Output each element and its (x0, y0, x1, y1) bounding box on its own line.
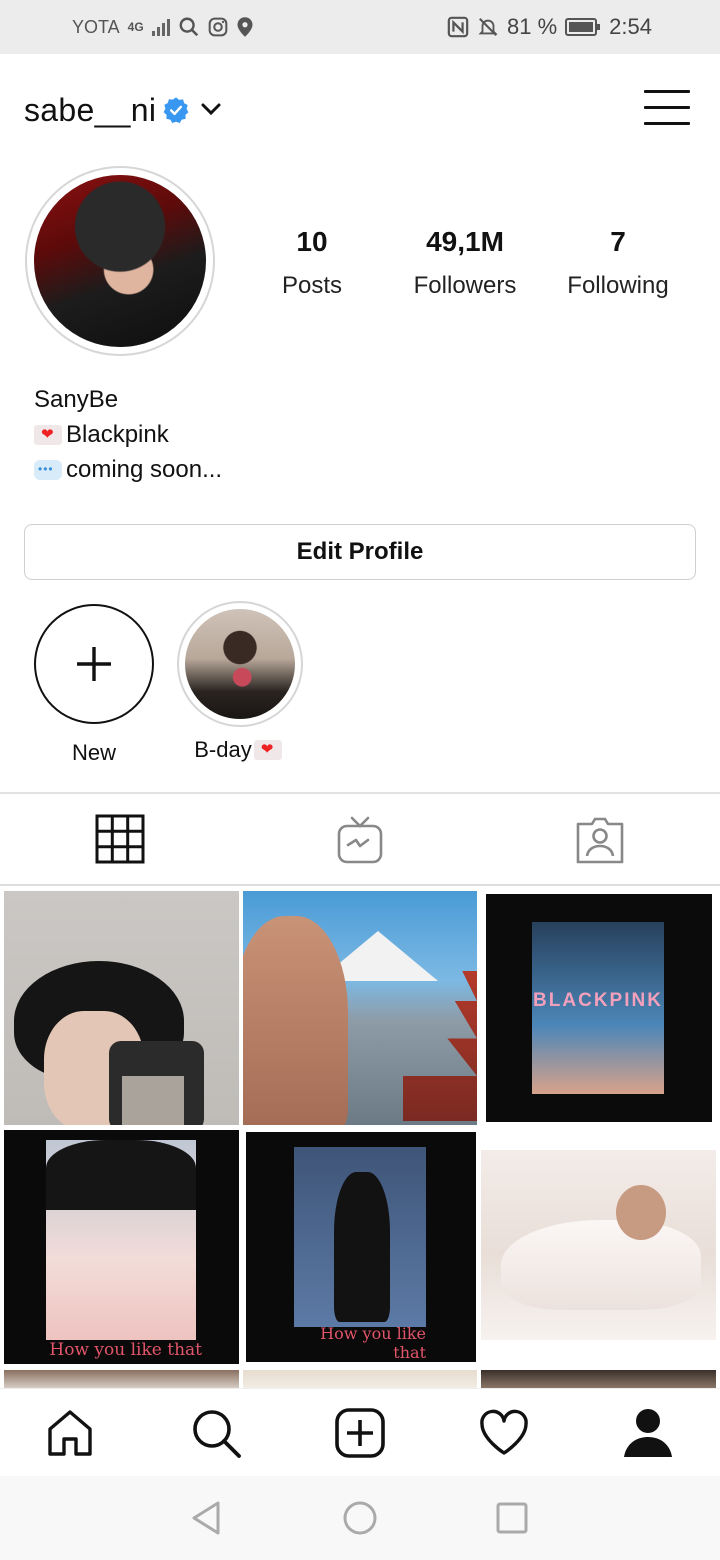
highlight-label-row: B-day (177, 737, 301, 763)
grid-icon[interactable] (95, 814, 145, 864)
phone-screen-shape (122, 1076, 184, 1125)
highlight-ring (177, 601, 303, 727)
heart-letter-emoji-icon (34, 424, 62, 445)
hair-shape (243, 916, 348, 1125)
hair-shape (46, 1140, 196, 1210)
pagoda-shape (403, 971, 477, 1121)
profile-tabs (0, 794, 720, 884)
stat-label: Followers (413, 272, 517, 299)
stat-following[interactable]: 7 Following (543, 226, 693, 300)
post-grid: BLACKPINK How you like that How you like… (0, 888, 720, 1388)
bottom-nav (0, 1388, 720, 1476)
highlight-label: New (71, 740, 116, 765)
stat-value: 7 (610, 226, 626, 257)
display-name: SanyBe (34, 386, 119, 413)
bio-line-text: Blackpink (66, 421, 169, 448)
chevron-down-icon[interactable] (200, 100, 222, 118)
network-type: 4G (127, 20, 144, 34)
tab-divider (0, 884, 720, 886)
post-thumbnail[interactable] (481, 1150, 716, 1340)
search-status-icon (179, 17, 198, 37)
search-icon[interactable] (190, 1407, 242, 1459)
mute-bell-icon (478, 18, 498, 36)
menu-button[interactable] (644, 90, 690, 130)
status-bar: YOTA 4G 81 % 2:54 (0, 0, 720, 54)
post-thumbnail[interactable] (4, 1370, 239, 1388)
speech-bubble-emoji-icon (34, 459, 62, 480)
post-thumbnail[interactable]: How you like that (4, 1130, 239, 1364)
clock: 2:54 (609, 14, 652, 39)
stat-value: 49,1M (426, 226, 504, 257)
heart-letter-emoji-icon (253, 740, 282, 760)
post-caption: How you like that (320, 1324, 426, 1362)
back-icon[interactable] (188, 1500, 224, 1536)
stat-posts[interactable]: 10 Posts (237, 226, 387, 300)
location-status-icon (237, 17, 253, 37)
verified-badge-icon (163, 97, 189, 123)
stat-label: Posts (281, 272, 343, 299)
bio: SanyBe Blackpink coming soon... (34, 382, 222, 487)
post-thumbnail[interactable]: BLACKPINK (486, 894, 712, 1122)
username[interactable]: sabe__ni (24, 92, 156, 129)
post-thumbnail[interactable] (4, 891, 239, 1125)
highlight-new-circle (34, 604, 154, 724)
plus-icon (77, 647, 111, 681)
dress-shape (501, 1220, 701, 1310)
battery-percent: 81 % (507, 14, 558, 39)
figure-shape (334, 1172, 390, 1322)
nfc-icon (447, 16, 469, 38)
edit-profile-button[interactable]: Edit Profile (24, 524, 696, 580)
tagged-icon[interactable] (575, 814, 625, 864)
carrier-label: YOTA (72, 16, 120, 37)
profile-top-bar: sabe__ni (0, 54, 720, 166)
status-right: 81 % 2:54 (447, 0, 652, 54)
profile-icon[interactable] (622, 1407, 674, 1459)
bio-line-text: coming soon... (66, 456, 223, 483)
bio-line: coming soon... (34, 452, 222, 487)
signal-icon (151, 18, 170, 36)
recents-icon[interactable] (494, 1500, 530, 1536)
bio-line: Blackpink (34, 417, 222, 452)
head-shape (616, 1185, 666, 1240)
instagram-status-icon (208, 17, 228, 37)
activity-icon[interactable] (478, 1407, 530, 1459)
post-caption: How you like that (49, 1340, 202, 1360)
post-thumbnail[interactable]: How you like that (246, 1132, 476, 1362)
highlight-cover-image (185, 609, 295, 719)
system-nav (0, 1476, 720, 1560)
post-caption: BLACKPINK (533, 990, 663, 1011)
post-thumbnail[interactable] (243, 891, 477, 1125)
stat-value: 10 (296, 226, 328, 257)
stat-followers[interactable]: 49,1M Followers (390, 226, 540, 300)
highlight-bday[interactable]: B-day (177, 601, 303, 763)
highlight-label: B-day (194, 737, 252, 762)
home-icon[interactable] (44, 1407, 96, 1459)
status-left: YOTA 4G (72, 0, 254, 54)
battery-icon (565, 18, 601, 36)
home-circle-icon[interactable] (342, 1500, 378, 1536)
igtv-icon[interactable] (335, 814, 385, 864)
post-thumbnail[interactable] (243, 1370, 477, 1388)
stat-label: Following (567, 272, 669, 299)
post-thumbnail[interactable] (481, 1370, 716, 1388)
avatar[interactable] (34, 175, 206, 347)
new-post-icon[interactable] (334, 1407, 386, 1459)
highlight-new[interactable]: New (32, 604, 156, 766)
